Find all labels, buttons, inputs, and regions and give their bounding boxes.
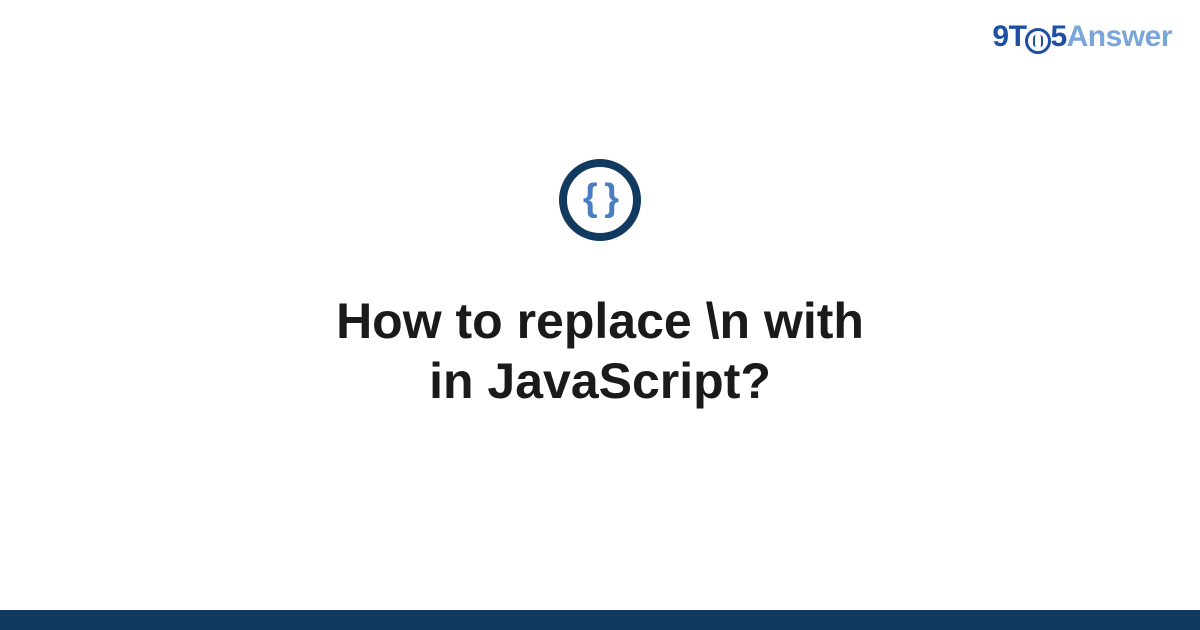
main-content: { } How to replace \n with in JavaScript… xyxy=(0,0,1200,610)
question-title: How to replace \n with in JavaScript? xyxy=(336,291,864,411)
footer-bar xyxy=(0,610,1200,630)
braces-glyph: { } xyxy=(583,179,617,217)
code-braces-icon: { } xyxy=(559,159,641,241)
